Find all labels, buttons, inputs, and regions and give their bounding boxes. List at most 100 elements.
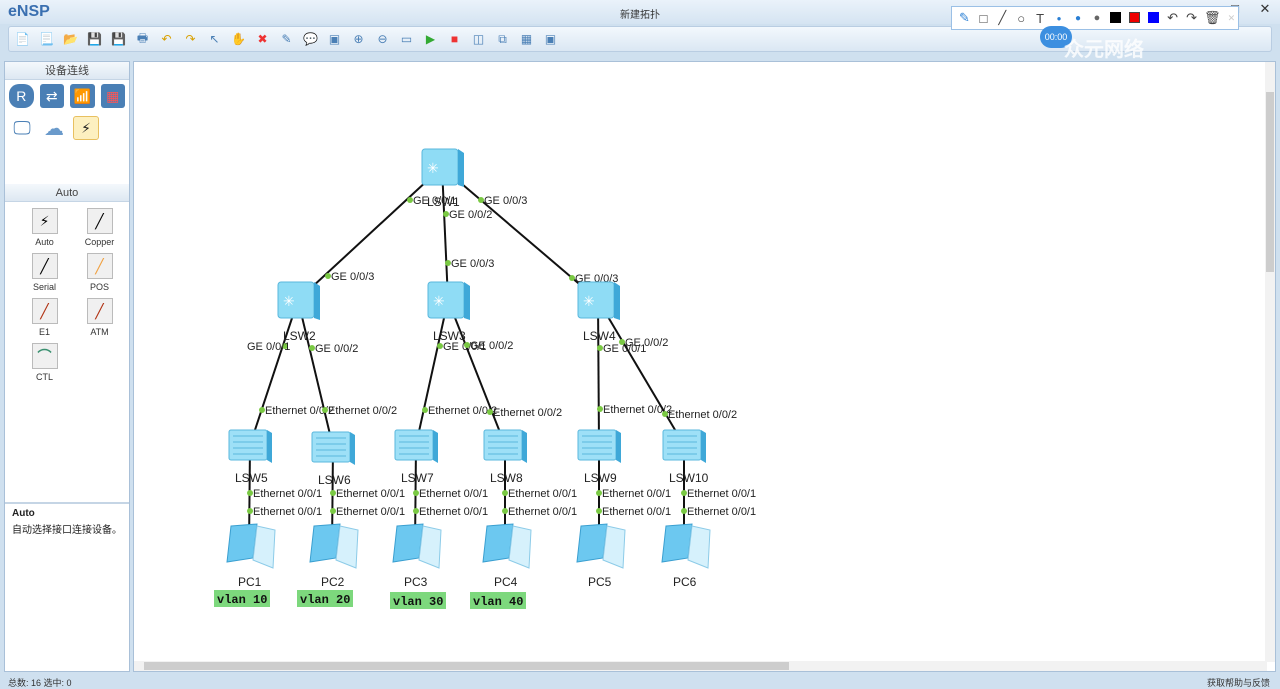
save-as-icon[interactable]: 💾: [109, 30, 128, 49]
save-icon[interactable]: 💾: [85, 30, 104, 49]
device-lsw5[interactable]: LSW5: [228, 429, 272, 485]
device-lsw1[interactable]: ✳ LSW1: [421, 148, 464, 209]
cable-label: Serial: [32, 282, 56, 292]
port-label: GE 0/0/2: [625, 337, 668, 349]
vlan-tag: vlan 40: [473, 595, 523, 609]
link-LSW3-LSW7[interactable]: [415, 299, 449, 446]
status-bar: 总数: 16 选中: 0 获取帮助与反馈: [0, 676, 1280, 689]
rectangle-icon[interactable]: □: [977, 11, 990, 26]
capture-icon[interactable]: ◫: [469, 30, 488, 49]
text-icon[interactable]: T: [1034, 11, 1047, 26]
device-pc3[interactable]: PC3 vlan 30: [390, 523, 446, 609]
device-label: LSW6: [318, 473, 351, 487]
start-icon[interactable]: ▶: [421, 30, 440, 49]
dot-small-icon[interactable]: ●: [1053, 14, 1066, 23]
pen-icon[interactable]: ✎: [958, 10, 971, 26]
switch-icon[interactable]: ⇄: [39, 84, 64, 108]
port-label: GE 0/0/3: [451, 258, 494, 270]
console-icon[interactable]: ▣: [541, 30, 560, 49]
text-icon[interactable]: 💬: [301, 30, 320, 49]
pc-icon[interactable]: 🖵: [9, 116, 35, 140]
new-topology-icon[interactable]: 📄: [13, 30, 32, 49]
port-label: GE 0/0/2: [449, 209, 492, 221]
device-lsw6[interactable]: LSW6: [311, 431, 355, 487]
cable-e1-icon: ╱: [31, 298, 58, 324]
delete-icon[interactable]: ✖: [253, 30, 272, 49]
redo-icon[interactable]: ↷: [1185, 10, 1198, 26]
color-black[interactable]: [1109, 11, 1122, 26]
port-label: Ethernet 0/0/1: [253, 488, 322, 500]
vertical-scrollbar[interactable]: [1265, 62, 1275, 662]
device-lsw4[interactable]: ✳ LSW4: [577, 281, 620, 343]
cable-atm[interactable]: ╱ ATM: [72, 298, 127, 337]
cable-serial[interactable]: ╱ Serial: [17, 253, 72, 292]
grid-icon[interactable]: ▦: [517, 30, 536, 49]
cable-label: POS: [89, 282, 109, 292]
link-LSW4-LSW9[interactable]: [597, 299, 600, 446]
router-icon[interactable]: R: [9, 84, 34, 108]
line-icon[interactable]: ╱: [996, 10, 1009, 26]
port-label: GE 0/0/3: [331, 271, 374, 283]
cable-auto[interactable]: ⚡ Auto: [17, 208, 72, 247]
color-red[interactable]: [1128, 11, 1141, 26]
cable-copper[interactable]: ╱ Copper: [72, 208, 127, 247]
dot-large-icon[interactable]: ●: [1090, 12, 1103, 24]
cable-e1[interactable]: ╱ E1: [17, 298, 72, 337]
topology-icon[interactable]: ⧉: [493, 30, 512, 49]
redo-icon[interactable]: ↷: [181, 30, 200, 49]
pc-icon: [482, 523, 514, 563]
svg-text:✳: ✳: [427, 160, 439, 176]
palette-icon[interactable]: ▣: [325, 30, 344, 49]
topology-canvas[interactable]: GE 0/0/1 GE 0/0/3 GE 0/0/2 GE 0/0/3 GE 0/0/3…: [133, 61, 1276, 672]
cable-ctl[interactable]: ⌒ CTL: [17, 343, 72, 382]
wireless-icon[interactable]: 📶: [70, 84, 95, 108]
link-LSW4-LSW10[interactable]: [597, 299, 685, 446]
device-lsw3[interactable]: ✳ LSW3: [427, 281, 470, 343]
link-LSW2-LSW6[interactable]: [297, 299, 334, 448]
svg-text:✳: ✳: [283, 293, 295, 309]
ellipse-icon[interactable]: ○: [1015, 11, 1028, 26]
zoom-out-icon[interactable]: ⊖: [373, 30, 392, 49]
delete-links-icon[interactable]: ✎: [277, 30, 296, 49]
color-blue[interactable]: [1147, 11, 1160, 26]
horizontal-scrollbar[interactable]: [134, 661, 1267, 671]
device-lsw9[interactable]: LSW9: [577, 429, 621, 485]
link-LSW2-LSW5[interactable]: [249, 299, 299, 446]
open-icon[interactable]: 📂: [61, 30, 80, 49]
fit-icon[interactable]: ▭: [397, 30, 416, 49]
link-LSW3-LSW8[interactable]: [447, 299, 506, 446]
firewall-icon[interactable]: ▦: [100, 84, 125, 108]
device-lsw8[interactable]: LSW8: [483, 429, 527, 485]
print-icon[interactable]: 🖶: [133, 30, 152, 49]
dot-medium-icon[interactable]: ●: [1072, 13, 1085, 24]
port-label: Ethernet 0/0/1: [419, 488, 488, 500]
auto-connect-icon[interactable]: ⚡: [73, 116, 99, 140]
device-lsw2[interactable]: ✳ LSW2: [277, 281, 320, 343]
device-pc6[interactable]: PC6: [661, 523, 711, 589]
device-label: LSW10: [669, 471, 709, 485]
device-pc5[interactable]: PC5: [576, 523, 626, 589]
select-icon[interactable]: ↖: [205, 30, 224, 49]
link-LSW1-LSW3[interactable]: [441, 166, 449, 301]
status-count: 总数: 16 选中: 0: [8, 678, 72, 688]
new-template-icon[interactable]: 📃: [37, 30, 56, 49]
device-lsw10[interactable]: LSW10: [662, 429, 709, 485]
undo-icon[interactable]: ↶: [157, 30, 176, 49]
port-label: Ethernet 0/0/2: [328, 405, 397, 417]
port-label: GE 0/0/2: [470, 340, 513, 352]
undo-icon[interactable]: ↶: [1166, 10, 1179, 26]
device-lsw7[interactable]: LSW7: [394, 429, 438, 485]
stop-icon[interactable]: ■: [445, 30, 464, 49]
close-icon[interactable]: ✕: [1225, 13, 1238, 24]
zoom-in-icon[interactable]: ⊕: [349, 30, 368, 49]
pan-icon[interactable]: ✋: [229, 30, 248, 49]
trash-icon[interactable]: 🗑: [1204, 10, 1221, 26]
device-pc4[interactable]: PC4 vlan 40: [470, 523, 532, 609]
help-feedback-link[interactable]: 获取帮助与反馈: [1207, 676, 1270, 689]
cloud-icon[interactable]: ☁: [41, 116, 67, 140]
cable-pos[interactable]: ╱ POS: [72, 253, 127, 292]
close-button[interactable]: ✕: [1250, 0, 1280, 20]
device-pc2[interactable]: PC2 vlan 20: [297, 523, 359, 607]
device-pc1[interactable]: PC1 vlan 10: [214, 523, 276, 607]
device-label: PC1: [238, 575, 262, 589]
